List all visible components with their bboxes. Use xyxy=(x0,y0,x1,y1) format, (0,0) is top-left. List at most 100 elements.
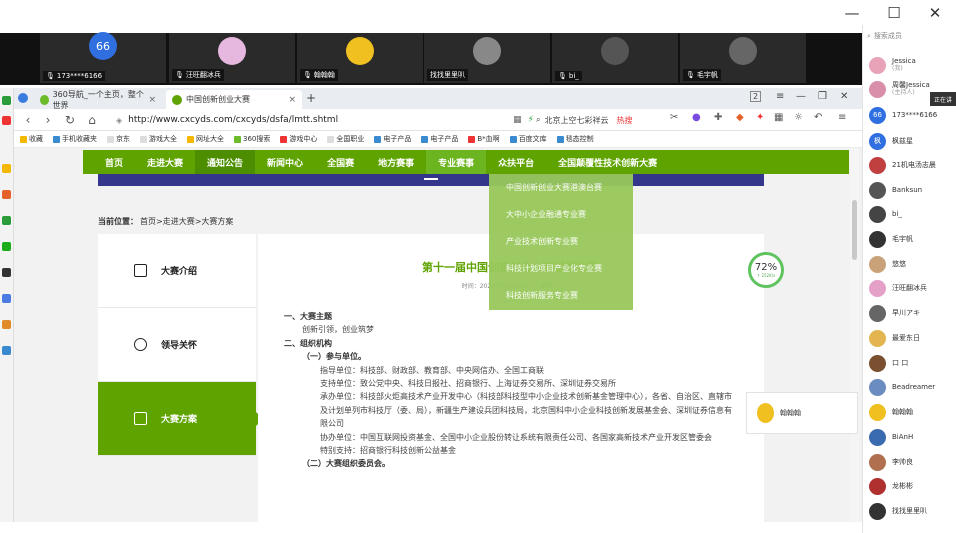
side-item-leaders[interactable]: 领导关怀 xyxy=(98,308,256,382)
bookmark-item[interactable]: 手机收藏夹 xyxy=(53,134,97,144)
bookmark-item[interactable]: 收藏 xyxy=(20,134,43,144)
home-button[interactable]: ⌂ xyxy=(84,112,100,128)
participant-row[interactable]: 龙彬彬 xyxy=(869,477,913,495)
video-tile[interactable]: 🎙 汪旺翻冰兵 xyxy=(169,33,295,83)
breadcrumb-path[interactable]: 首页>走进大赛>大赛方案 xyxy=(140,216,233,227)
maximize-button[interactable]: ☐ xyxy=(871,0,917,25)
participant-row[interactable]: 早川アキ xyxy=(869,304,920,322)
extension-icon[interactable]: ◆ xyxy=(736,112,744,123)
participant-row[interactable]: BiAnH xyxy=(869,428,913,446)
nav-disruptive[interactable]: 全国颠覆性技术创新大赛 xyxy=(546,150,669,174)
bookmark-item[interactable]: 游戏大全 xyxy=(140,134,177,144)
app-icon[interactable] xyxy=(2,164,11,173)
menu-icon[interactable]: ≡ xyxy=(838,112,846,123)
tab-cxcyds[interactable]: 中国创新创业大赛 × xyxy=(166,90,302,109)
app-icon[interactable] xyxy=(2,268,11,277)
app-icon[interactable] xyxy=(2,294,11,303)
speed-widget[interactable]: 72% ↑ 252K/s xyxy=(748,252,784,288)
video-tile[interactable]: 找找里里叭 xyxy=(424,33,550,83)
participant-row[interactable]: bi_ xyxy=(869,205,902,223)
video-tile[interactable]: 🎙 bi_ xyxy=(552,33,678,83)
hot-search-label[interactable]: 热搜 xyxy=(616,115,632,126)
scroll-thumb[interactable] xyxy=(852,200,857,260)
browser-menu-icon[interactable]: ≡ xyxy=(776,91,784,102)
bookmark-item[interactable]: 全国职业 xyxy=(327,134,364,144)
close-tab-icon[interactable]: × xyxy=(288,95,296,105)
game-icon[interactable]: ✦ xyxy=(756,112,764,123)
member-search-input[interactable]: ⌕ 搜索成员 xyxy=(867,29,953,43)
browser-restore-button[interactable]: ❐ xyxy=(818,91,827,102)
participant-row[interactable]: Jessica (我) xyxy=(869,56,916,74)
floating-speaker[interactable]: 翰翰翰 xyxy=(746,392,858,434)
participant-row[interactable]: Beadreamer xyxy=(869,378,935,396)
nav-local[interactable]: 地方赛事 xyxy=(366,150,426,174)
participant-row[interactable]: 翰翰翰 xyxy=(869,403,913,421)
dropdown-item[interactable]: 产业技术创新专业赛 xyxy=(489,228,633,255)
extension-icon[interactable]: ● xyxy=(692,112,701,123)
nav-professional[interactable]: 专业赛事 xyxy=(426,150,487,174)
participant-row[interactable]: 枫枫兹星 xyxy=(869,132,913,150)
qr-icon[interactable]: ▦ xyxy=(513,115,522,125)
undo-icon[interactable]: ↶ xyxy=(814,112,822,123)
participant-row[interactable]: 口 口 xyxy=(869,354,908,372)
bookmark-item[interactable]: B*血啊 xyxy=(468,134,500,144)
bookmark-item[interactable]: 电子产品 xyxy=(421,134,458,144)
forward-button[interactable]: › xyxy=(40,112,56,128)
nav-support[interactable]: 众扶平台 xyxy=(486,150,546,174)
nav-news[interactable]: 新闻中心 xyxy=(255,150,315,174)
app-icon[interactable] xyxy=(2,242,11,251)
video-tile[interactable]: 🎙 翰翰翰 xyxy=(297,33,423,83)
app-icon[interactable] xyxy=(2,190,11,199)
dropdown-item[interactable]: 大中小企业融通专业赛 xyxy=(489,201,633,228)
tab-count[interactable]: 2 xyxy=(750,91,762,102)
bookmark-item[interactable]: 电子产品 xyxy=(374,134,411,144)
extension-icon[interactable]: ✚ xyxy=(714,112,722,123)
scissors-icon[interactable]: ✂ xyxy=(670,112,678,123)
participant-row[interactable]: 周馨Jessica (主持人) xyxy=(869,80,930,98)
settings-icon[interactable]: ☼ xyxy=(794,112,803,123)
scrollbar[interactable] xyxy=(850,148,859,522)
close-button[interactable]: ✕ xyxy=(912,0,956,25)
search-input[interactable]: ⌕ 北京上空七彩祥云 热搜 xyxy=(536,112,652,128)
nav-national[interactable]: 全国赛 xyxy=(315,150,366,174)
participant-row[interactable]: Banksun xyxy=(869,181,922,199)
browser-logo-icon[interactable] xyxy=(18,93,28,103)
nav-about[interactable]: 走进大赛 xyxy=(135,150,195,174)
refresh-button[interactable]: ↻ xyxy=(62,112,78,128)
address-bar[interactable]: ◈ http://www.cxcyds.com/cxcyds/dsfa/lmtt… xyxy=(116,112,534,128)
app-icon[interactable] xyxy=(2,216,11,225)
participant-row[interactable]: 找找里里叭 xyxy=(869,502,927,520)
back-button[interactable]: ‹ xyxy=(20,112,36,128)
participant-row[interactable]: 悠悠 xyxy=(869,255,906,273)
video-tile[interactable]: 66 🎙 173****6166 xyxy=(40,32,166,83)
nav-home[interactable]: 首页 xyxy=(83,150,135,174)
bookmark-item[interactable]: 网址大全 xyxy=(187,134,224,144)
side-item-plan[interactable]: 大赛方案 xyxy=(98,382,263,456)
participant-row[interactable]: 最爱东日 xyxy=(869,329,920,347)
browser-minimize-button[interactable]: — xyxy=(796,91,806,102)
dropdown-item[interactable]: 中国创新创业大赛港澳台赛 xyxy=(489,174,633,201)
participant-row[interactable]: 李帅良 xyxy=(869,453,913,471)
grid-icon[interactable]: ▦ xyxy=(774,112,783,123)
browser-close-button[interactable]: ✕ xyxy=(840,91,848,102)
bookmark-item[interactable]: 游戏中心 xyxy=(280,134,317,144)
close-tab-icon[interactable]: × xyxy=(148,95,156,105)
app-icon[interactable] xyxy=(2,116,11,125)
participant-row[interactable]: 毛宇帆 xyxy=(869,230,913,248)
minimize-button[interactable]: — xyxy=(829,0,875,25)
dropdown-item[interactable]: 科技创新服务专业赛 xyxy=(489,282,633,309)
bookmark-item[interactable]: 360搜索 xyxy=(234,134,270,144)
nav-notices[interactable]: 通知公告 xyxy=(195,150,256,174)
side-item-intro[interactable]: 大赛介绍 xyxy=(98,234,256,308)
bookmark-item[interactable]: 京东 xyxy=(107,134,130,144)
app-icon[interactable] xyxy=(2,346,11,355)
bookmark-item[interactable]: 百度文库 xyxy=(509,134,547,144)
participant-row[interactable]: 汪旺翻冰兵 xyxy=(869,279,927,297)
tab-360nav[interactable]: 360导航_一个主页，整个世界 × xyxy=(34,90,162,110)
app-icon[interactable] xyxy=(2,96,11,105)
participant-row[interactable]: 21机电汤志晨 xyxy=(869,156,936,174)
lightning-icon[interactable]: ⚡ xyxy=(528,115,534,125)
dropdown-item[interactable]: 科技计划项目产业化专业赛 xyxy=(489,255,633,282)
video-tile[interactable]: 🎙 毛宇帆 xyxy=(680,33,806,83)
new-tab-button[interactable]: + xyxy=(306,91,316,105)
